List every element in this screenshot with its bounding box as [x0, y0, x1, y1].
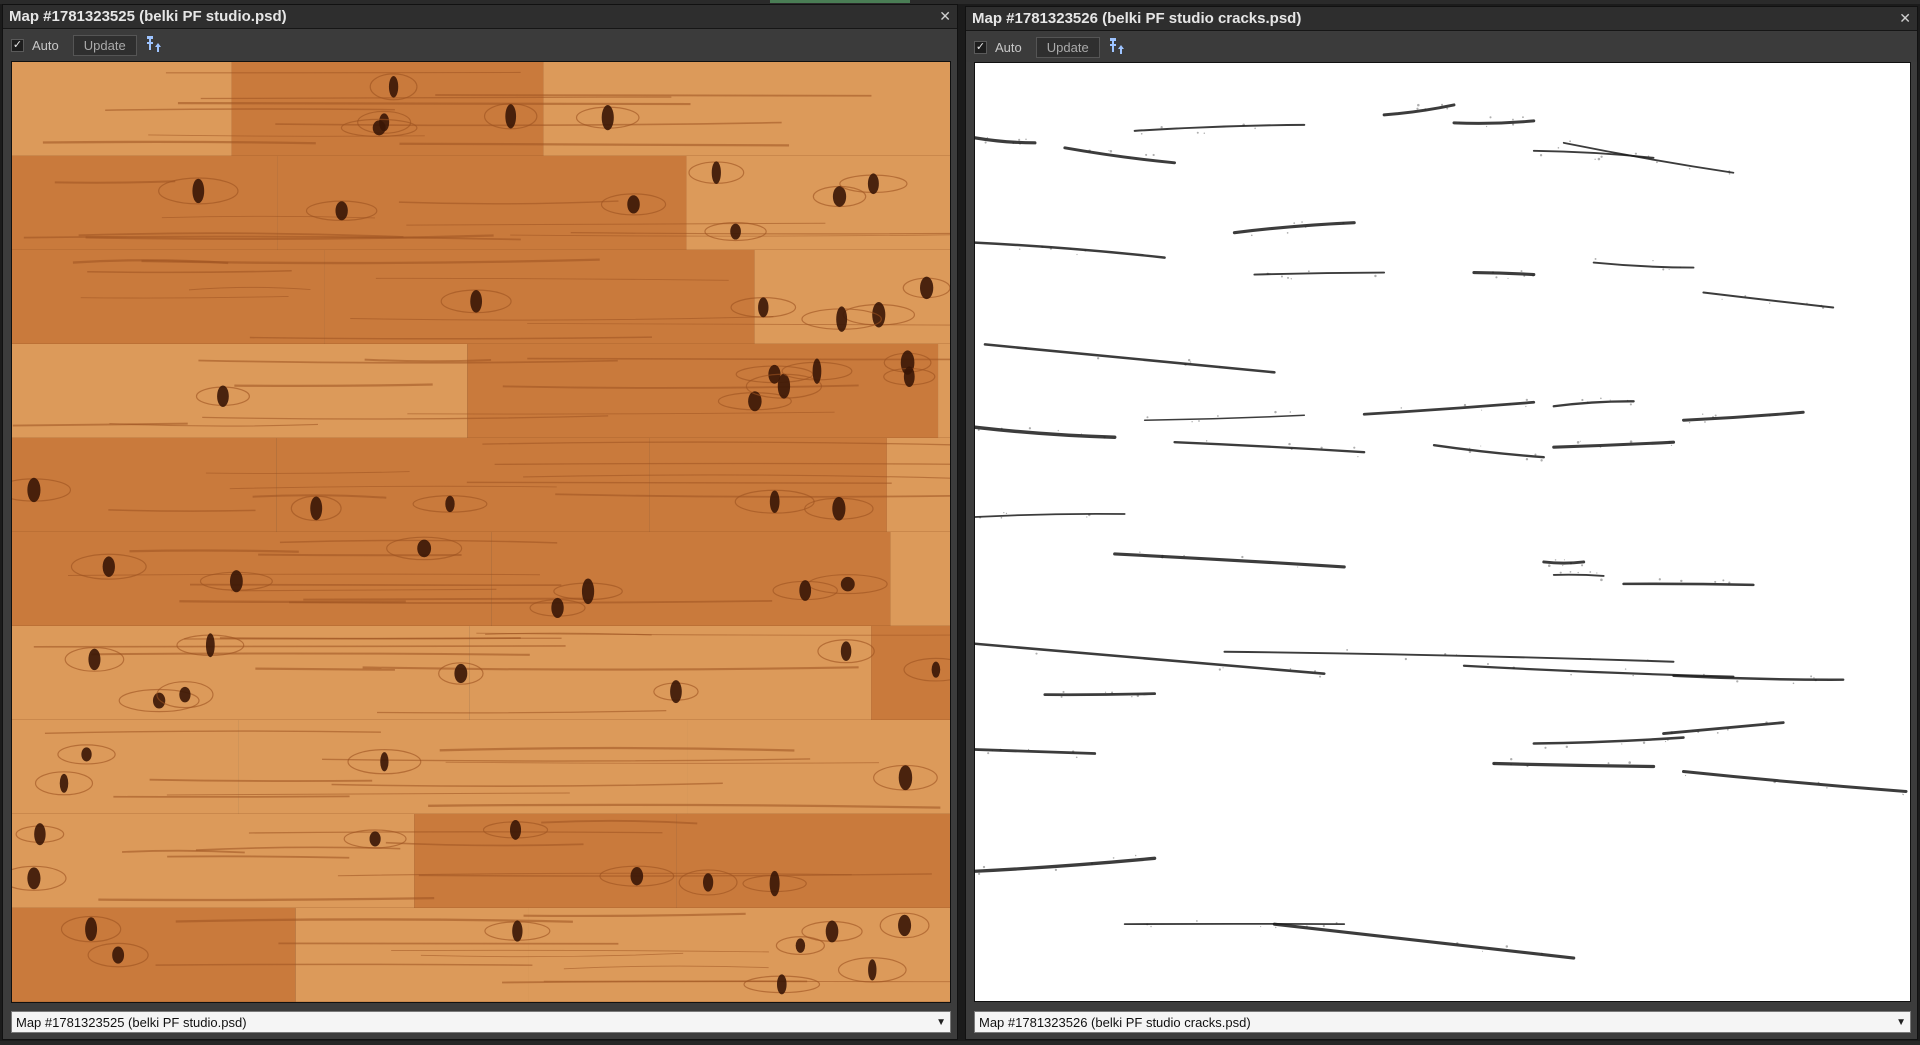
- chevron-down-icon[interactable]: ▼: [936, 1012, 946, 1032]
- map-window-right: Map #1781323526 (belki PF studio cracks.…: [965, 6, 1918, 1040]
- close-icon[interactable]: ✕: [939, 8, 951, 25]
- toolbar-right: ✓ Auto Update: [966, 32, 1917, 62]
- auto-checkbox-left[interactable]: ✓: [11, 38, 24, 52]
- map-select-right[interactable]: Map #1781323526 (belki PF studio cracks.…: [974, 1011, 1911, 1033]
- pine-wood-texture: [12, 62, 950, 1002]
- chevron-down-icon[interactable]: ▼: [1896, 1012, 1906, 1032]
- bottom-strip: [0, 1041, 1920, 1045]
- close-icon[interactable]: ✕: [1899, 10, 1911, 27]
- window-title-right: Map #1781323526 (belki PF studio cracks.…: [972, 10, 1302, 27]
- pin-to-top-icon[interactable]: [1108, 37, 1126, 57]
- map-preview-left[interactable]: [11, 61, 951, 1003]
- titlebar-right[interactable]: Map #1781323526 (belki PF studio cracks.…: [966, 7, 1917, 31]
- map-preview-right[interactable]: [974, 62, 1911, 1002]
- map-select-value-left: Map #1781323525 (belki PF studio.psd): [16, 1014, 247, 1030]
- map-select-left[interactable]: Map #1781323525 (belki PF studio.psd) ▼: [11, 1011, 951, 1033]
- titlebar-left[interactable]: Map #1781323525 (belki PF studio.psd) ✕: [3, 5, 957, 29]
- auto-checkbox-right[interactable]: ✓: [974, 40, 987, 54]
- checkmark-icon: ✓: [12, 38, 23, 51]
- checkmark-icon: ✓: [975, 40, 986, 53]
- top-strip-accent: [770, 0, 910, 3]
- pin-to-top-icon[interactable]: [145, 35, 163, 55]
- update-button-right[interactable]: Update: [1035, 36, 1100, 58]
- window-title-left: Map #1781323525 (belki PF studio.psd): [9, 8, 287, 25]
- cracks-mask-texture: [975, 103, 1908, 960]
- auto-label-left: Auto: [32, 37, 59, 53]
- update-button-left[interactable]: Update: [72, 34, 137, 56]
- map-select-value-right: Map #1781323526 (belki PF studio cracks.…: [979, 1014, 1251, 1030]
- auto-label-right: Auto: [995, 39, 1022, 55]
- map-window-left: Map #1781323525 (belki PF studio.psd) ✕ …: [2, 4, 958, 1040]
- toolbar-left: ✓ Auto Update: [3, 30, 957, 60]
